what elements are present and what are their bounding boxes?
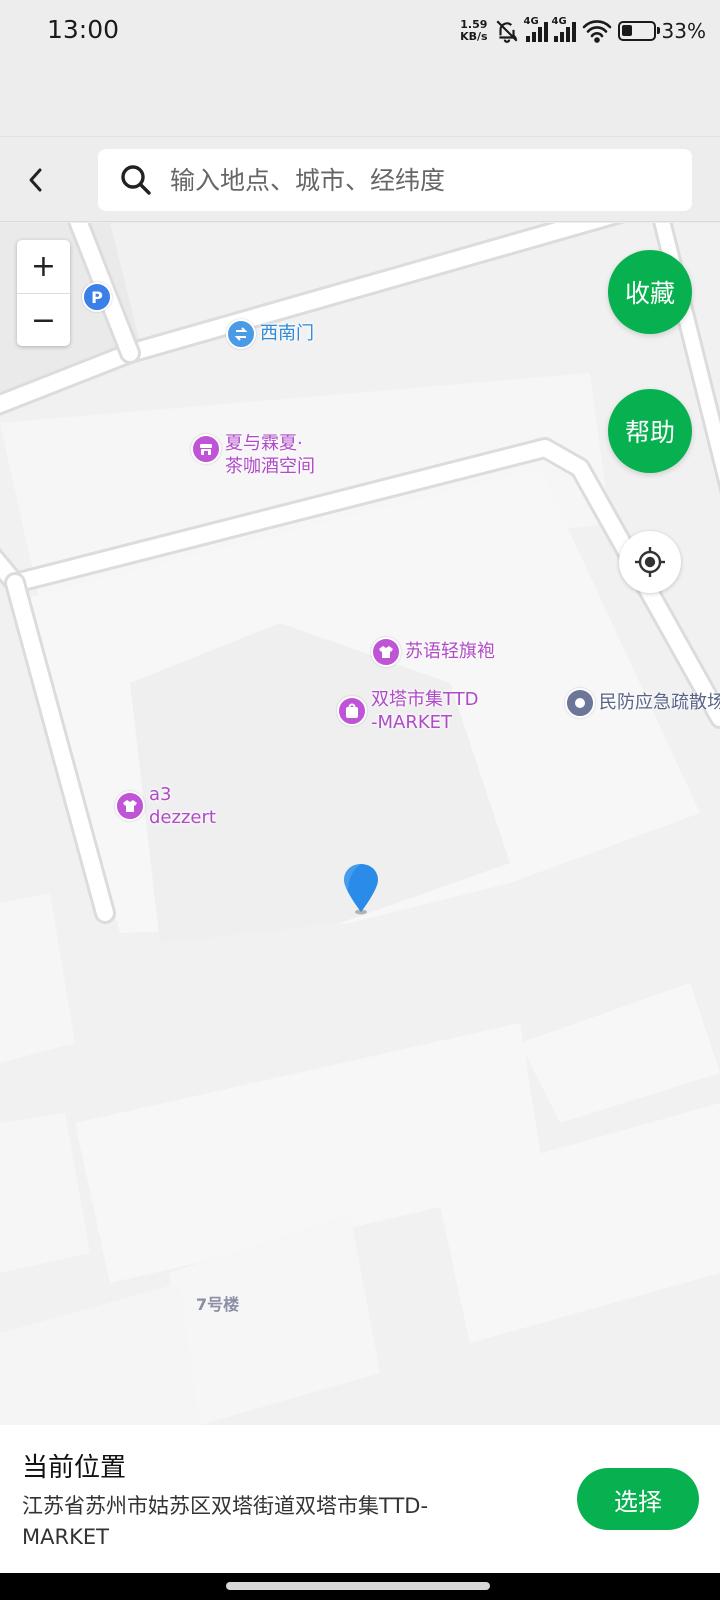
clothing-icon bbox=[371, 637, 401, 667]
poi-tea-cafe[interactable]: 夏与霖夏· 茶咖酒空间 bbox=[191, 432, 315, 478]
parking-icon: P bbox=[82, 282, 112, 312]
select-button[interactable]: 选择 bbox=[577, 1468, 699, 1530]
locate-icon bbox=[635, 547, 665, 577]
system-nav-bar bbox=[0, 1573, 720, 1600]
map-view[interactable]: + − 收藏 帮助 P 西南门 夏与霖夏· 茶咖酒空间 苏语轻旗袍 双塔市集TT… bbox=[0, 223, 720, 1425]
current-location-title: 当前位置 bbox=[22, 1453, 127, 1483]
zoom-out-button[interactable]: − bbox=[17, 293, 70, 346]
building-7-label: 7号楼 bbox=[196, 1295, 240, 1314]
battery-icon bbox=[617, 21, 660, 41]
location-panel: 当前位置 江苏省苏州市姑苏区双塔街道双塔市集TTD-MARKET 选择 bbox=[0, 1425, 720, 1573]
favorite-button[interactable]: 收藏 bbox=[608, 250, 692, 334]
clothing-icon bbox=[115, 791, 145, 821]
map-base bbox=[0, 223, 720, 1425]
poi-market[interactable]: 双塔市集TTD -MARKET bbox=[337, 688, 479, 734]
zoom-in-button[interactable]: + bbox=[17, 240, 70, 293]
poi-west-south-gate[interactable]: 西南门 bbox=[226, 319, 314, 349]
network-speed: 1.59 KB/s bbox=[460, 18, 488, 43]
signal-sim2-icon: 4G bbox=[552, 16, 576, 42]
status-bar: 13:00 1.59 KB/s 4G 4G 33% bbox=[0, 0, 720, 62]
battery-percent: 33% bbox=[661, 19, 706, 43]
search-icon bbox=[121, 165, 151, 195]
shelter-icon bbox=[565, 688, 595, 718]
location-pin-icon[interactable] bbox=[342, 862, 380, 916]
chevron-left-icon bbox=[29, 168, 42, 192]
search-box[interactable] bbox=[98, 149, 692, 211]
zoom-control: + − bbox=[17, 240, 70, 346]
wifi-icon bbox=[582, 20, 611, 43]
poi-civil-defense[interactable]: 民防应急疏散场 bbox=[565, 688, 720, 718]
gate-icon bbox=[226, 319, 256, 349]
signal-sim1-icon: 4G bbox=[524, 16, 548, 42]
status-icons: 1.59 KB/s 4G 4G 33% bbox=[460, 14, 706, 48]
back-button[interactable] bbox=[16, 155, 56, 205]
home-handle[interactable] bbox=[226, 1582, 490, 1590]
search-header bbox=[0, 136, 720, 222]
battery-fill bbox=[621, 25, 632, 36]
bell-muted-icon bbox=[496, 20, 518, 43]
current-location-address: 江苏省苏州市姑苏区双塔街道双塔市集TTD-MARKET bbox=[22, 1494, 429, 1549]
poi-qipao[interactable]: 苏语轻旗袍 bbox=[371, 637, 495, 667]
help-button[interactable]: 帮助 bbox=[608, 389, 692, 473]
status-time: 13:00 bbox=[47, 15, 120, 44]
shop-icon bbox=[191, 434, 221, 464]
poi-parking[interactable]: P bbox=[82, 282, 112, 312]
shopping-bag-icon bbox=[337, 696, 367, 726]
locate-button[interactable] bbox=[619, 531, 681, 593]
search-input[interactable] bbox=[170, 165, 650, 195]
poi-dessert[interactable]: a3 dezzert bbox=[115, 783, 216, 829]
